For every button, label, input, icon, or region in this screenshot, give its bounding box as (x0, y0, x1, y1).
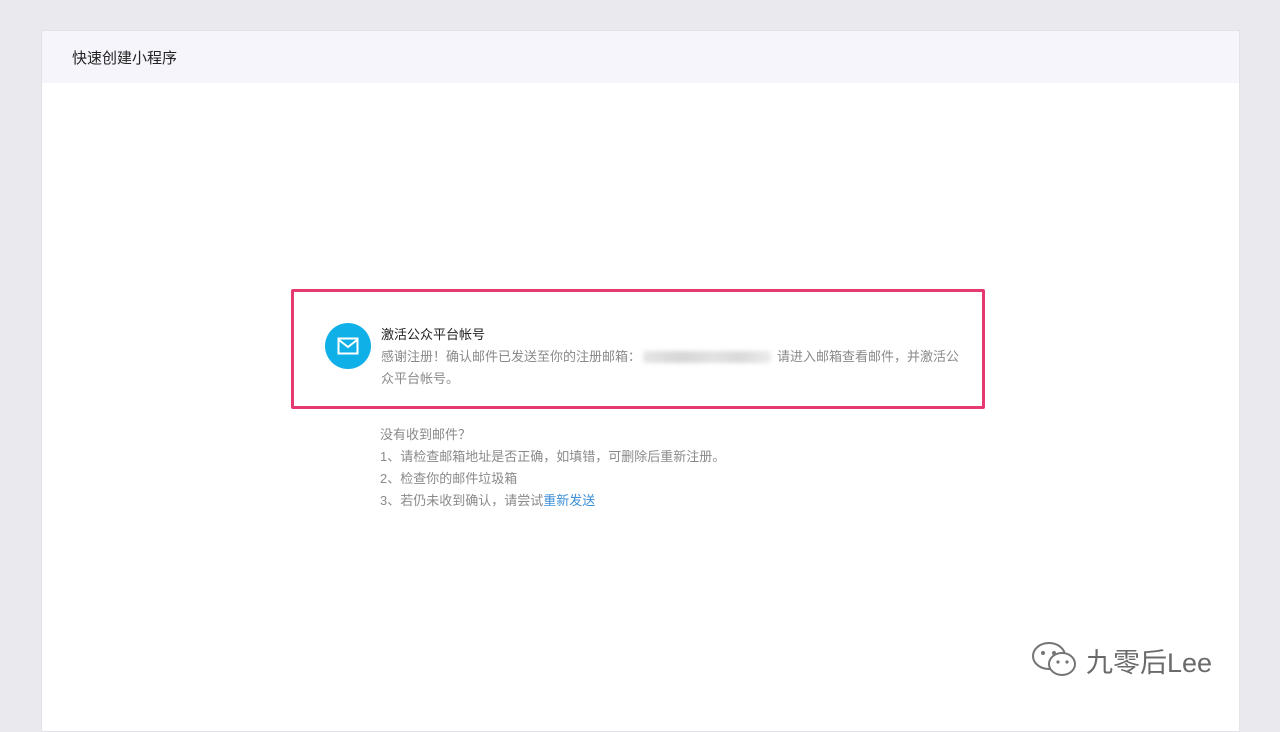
blurred-email (643, 350, 772, 363)
page-header: 快速创建小程序 (42, 31, 1239, 83)
notice-body: 感谢注册！确认邮件已发送至你的注册邮箱： 请进入邮箱查看邮件，并激活公众平台帐号。 (381, 346, 961, 390)
help-item-3: 3、若仍未收到确认，请尝试重新发送 (380, 490, 725, 512)
help-heading: 没有收到邮件？ (380, 427, 472, 442)
help-section: 没有收到邮件？ 1、请检查邮箱地址是否正确，如填错，可删除后重新注册。 2、检查… (380, 424, 725, 512)
main-card: 快速创建小程序 激活公众平台帐号 感谢注册！确认邮件已发送至你的注册邮箱： 请进入… (41, 30, 1240, 732)
watermark-text: 九零后Lee (1086, 647, 1213, 678)
help-item-2: 2、检查你的邮件垃圾箱 (380, 471, 518, 486)
wechat-icon (1032, 642, 1076, 676)
notice-text-before: 感谢注册！确认邮件已发送至你的注册邮箱： (381, 349, 642, 364)
page-title: 快速创建小程序 (72, 49, 178, 67)
mail-icon (325, 323, 371, 369)
activation-notice: 激活公众平台帐号 感谢注册！确认邮件已发送至你的注册邮箱： 请进入邮箱查看邮件，并… (291, 289, 985, 409)
watermark: 九零后Lee (1030, 640, 1212, 680)
resend-link[interactable]: 重新发送 (543, 493, 595, 508)
notice-title: 激活公众平台帐号 (381, 327, 486, 342)
help-item-1: 1、请检查邮箱地址是否正确，如填错，可删除后重新注册。 (380, 449, 726, 464)
help-item-3-text: 3、若仍未收到确认，请尝试 (380, 493, 544, 508)
